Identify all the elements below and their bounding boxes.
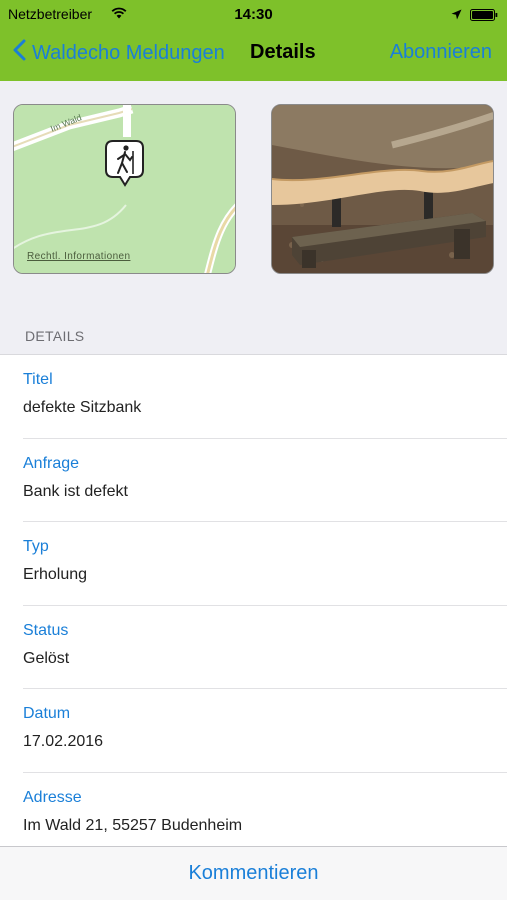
detail-label: Status [23, 621, 69, 639]
detail-label: Titel [23, 371, 53, 388]
subscribe-button[interactable]: Abonnieren [390, 41, 492, 64]
map-roads: Im Wald [14, 105, 235, 273]
detail-row-typ: Typ Erholung [0, 522, 507, 606]
top-bar: Netzbetreiber 14:30 Waldecho Meldungen D… [0, 0, 507, 81]
detail-value: defekte Sitzbank [23, 399, 142, 416]
detail-label: Datum [23, 705, 71, 723]
map-thumbnail[interactable]: Im Wald Rechtl. Informationen [13, 104, 236, 274]
detail-row-anfrage: Anfrage Bank ist defekt [0, 439, 507, 523]
screen: Netzbetreiber 14:30 Waldecho Meldungen D… [0, 0, 507, 900]
photo-thumbnail[interactable] [271, 104, 494, 274]
back-button-label: Waldecho Meldungen [32, 41, 225, 64]
legal-link[interactable]: Rechtl. Informationen [27, 251, 130, 262]
detail-label: Typ [23, 538, 49, 556]
chevron-left-icon [13, 39, 26, 67]
status-bar: Netzbetreiber 14:30 [0, 0, 507, 28]
detail-row-status: Status Gelöst [0, 606, 507, 690]
detail-row-adresse: Adresse Im Wald 21, 55257 Budenheim [0, 773, 507, 857]
location-arrow-icon [451, 7, 462, 23]
page-title: Details [250, 41, 316, 63]
navigation-bar: Waldecho Meldungen Details Abonnieren [0, 28, 507, 81]
back-button[interactable]: Waldecho Meldungen [13, 39, 225, 67]
details-table: Titel defekte Sitzbank Anfrage Bank ist … [0, 354, 507, 857]
bench-photo [272, 105, 493, 273]
detail-value: Im Wald 21, 55257 Budenheim [23, 816, 243, 834]
detail-value: 17.02.2016 [23, 733, 104, 751]
detail-value: Gelöst [23, 649, 70, 667]
status-time: 14:30 [234, 6, 273, 23]
battery-icon [470, 8, 498, 24]
detail-label: Adresse [23, 788, 82, 806]
detail-value: Bank ist defekt [23, 482, 128, 500]
detail-label: Anfrage [23, 454, 80, 472]
section-header: DETAILS [25, 328, 85, 344]
detail-row-titel: Titel defekte Sitzbank [0, 355, 507, 439]
detail-row-datum: Datum 17.02.2016 [0, 689, 507, 773]
detail-value: Erholung [23, 566, 88, 584]
bottom-toolbar: Kommentieren [0, 846, 507, 900]
comment-button[interactable]: Kommentieren [0, 862, 507, 885]
